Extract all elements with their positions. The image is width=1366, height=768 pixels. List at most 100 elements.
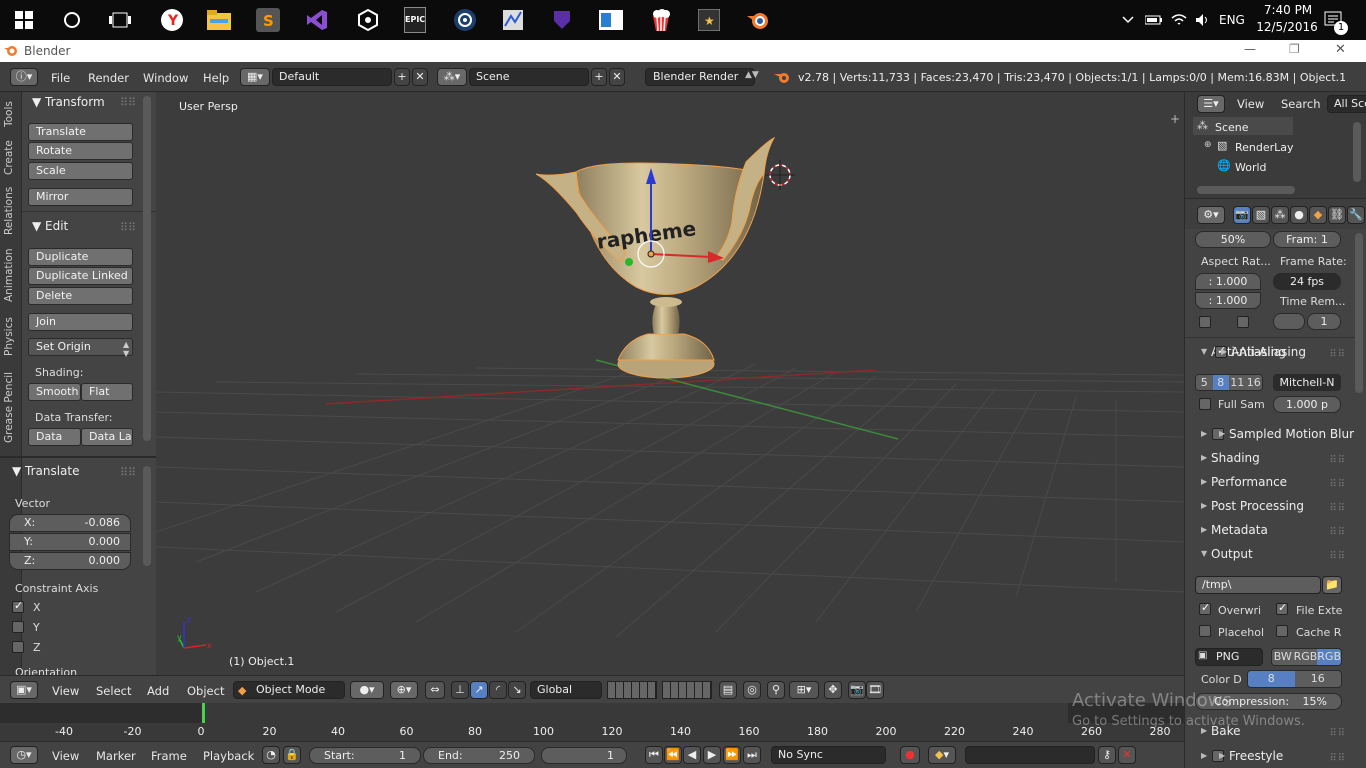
delete-scene-button[interactable]: ✕: [609, 68, 625, 86]
tray-chevron-up-icon[interactable]: [1122, 0, 1136, 40]
panel-grip-icon[interactable]: ⠿⠿: [1329, 479, 1346, 490]
visual-studio-icon[interactable]: [303, 6, 331, 34]
panel-grip-icon[interactable]: ⠿⠿: [1329, 349, 1346, 360]
crop-to-border-checkbox[interactable]: [1237, 316, 1249, 328]
duplicate-linked-button[interactable]: Duplicate Linked: [28, 267, 133, 285]
shade-flat-button[interactable]: Flat: [81, 383, 133, 401]
rotate-button[interactable]: Rotate: [28, 142, 133, 160]
color-depth-8[interactable]: 8: [1248, 671, 1295, 687]
editor-type-outliner-button[interactable]: ☰▾: [1197, 95, 1225, 113]
manipulator-icon[interactable]: ⊥: [451, 681, 469, 699]
lock-range-icon[interactable]: 🔒: [283, 746, 301, 764]
frame-step-field[interactable]: Fram: 1: [1273, 231, 1341, 248]
trophy-mesh[interactable]: rapheme: [535, 136, 776, 379]
time-remap-old-field[interactable]: [1273, 313, 1305, 330]
battery-icon[interactable]: [1145, 0, 1163, 40]
render-layers-tab-icon[interactable]: ▧: [1252, 206, 1270, 224]
blender-icon[interactable]: [744, 6, 772, 34]
menu-render[interactable]: Render: [88, 71, 129, 85]
translate-manipulator-icon[interactable]: ↗: [470, 681, 488, 699]
output-path-field[interactable]: /tmp\: [1195, 576, 1321, 594]
aa-samples-8[interactable]: 8: [1212, 375, 1229, 390]
duplicate-button[interactable]: Duplicate: [28, 248, 133, 266]
layer-buttons-group-1[interactable]: [607, 681, 657, 699]
keying-set-select[interactable]: ◆▾: [928, 746, 956, 764]
3d-cursor-icon[interactable]: [765, 160, 795, 190]
placeholders-checkbox[interactable]: [1199, 625, 1211, 637]
popcorn-icon[interactable]: [647, 6, 675, 34]
scene-tab-icon[interactable]: ⁂: [1271, 206, 1289, 224]
snap-toggle-icon[interactable]: ⚲: [767, 681, 785, 699]
panel-grip-icon[interactable]: ⠿⠿: [120, 466, 136, 479]
set-origin-select[interactable]: Set Origin: [28, 338, 133, 356]
full-sample-checkbox[interactable]: [1199, 398, 1211, 410]
properties-toggle-icon[interactable]: +: [1170, 112, 1180, 126]
rotate-manipulator-icon[interactable]: ◜: [489, 681, 507, 699]
add-menu[interactable]: Add: [147, 684, 169, 698]
panel-grip-icon[interactable]: ⠿⠿: [120, 96, 136, 109]
tool-shelf-scrollbar[interactable]: [143, 96, 151, 441]
outliner-h-scrollbar[interactable]: [1197, 186, 1295, 194]
jump-start-icon[interactable]: ⏮: [645, 746, 663, 764]
aa-filter-select[interactable]: Mitchell-N: [1273, 374, 1341, 391]
render-engine-select[interactable]: Blender Render: [645, 68, 755, 86]
epic-games-icon[interactable]: EPIC: [401, 6, 429, 34]
delete-layout-button[interactable]: ✕: [412, 68, 428, 86]
panel-grip-icon[interactable]: ⠿⠿: [1329, 527, 1346, 538]
filter-size-field[interactable]: 1.000 p: [1273, 396, 1341, 413]
file-explorer-icon[interactable]: [205, 6, 233, 34]
modifiers-tab-icon[interactable]: 🔧: [1347, 206, 1365, 224]
crop-border-checkbox[interactable]: [1199, 316, 1211, 328]
play-icon[interactable]: ▶: [703, 746, 721, 764]
operator-panel-toggle[interactable]: ▼: [12, 464, 21, 478]
outliner-item-scene[interactable]: Scene: [1215, 121, 1249, 134]
clock-time[interactable]: 7:40 PM: [1258, 3, 1318, 17]
lock-layers-icon[interactable]: ▤: [719, 681, 737, 699]
layer-buttons-group-2[interactable]: [662, 681, 712, 699]
add-scene-button[interactable]: +: [591, 68, 607, 86]
post-processing-section[interactable]: Post Processing: [1201, 499, 1304, 513]
data-transfer-button[interactable]: Data: [28, 428, 81, 446]
aa-samples-group[interactable]: 5 8 11 16: [1195, 374, 1263, 391]
current-frame-marker[interactable]: [202, 703, 205, 723]
join-button[interactable]: Join: [28, 313, 133, 331]
color-mode-rgba[interactable]: RGB: [1317, 649, 1341, 665]
output-section[interactable]: Output: [1201, 547, 1253, 561]
maximize-button[interactable]: ❐: [1289, 42, 1300, 56]
auto-keying-record-icon[interactable]: ●: [900, 746, 920, 764]
editor-type-3d-button[interactable]: ▣▾: [10, 681, 38, 699]
menu-help[interactable]: Help: [203, 71, 229, 85]
timeline[interactable]: -40 -20 0 20 40 60 80 100 120 140 160 180 200 220 240 2…: [0, 703, 1184, 741]
steam-icon[interactable]: [451, 6, 479, 34]
3d-viewport[interactable]: rapheme z y x User Persp (1) Object.1 +: [156, 92, 1184, 675]
scene-icon[interactable]: ⁂▾: [437, 68, 467, 86]
panel-grip-icon[interactable]: ⠿⠿: [1329, 551, 1346, 562]
add-layout-button[interactable]: +: [394, 68, 410, 86]
color-depth-group[interactable]: 8 16: [1247, 670, 1342, 688]
scale-manipulator-icon[interactable]: ↘: [508, 681, 526, 699]
end-frame-field[interactable]: End: 250: [423, 747, 535, 764]
active-keying-set-field[interactable]: [965, 746, 1095, 764]
translate-button[interactable]: Translate: [28, 123, 133, 141]
menu-file[interactable]: File: [51, 71, 70, 85]
start-frame-field[interactable]: Start: 1: [309, 747, 421, 764]
file-extensions-checkbox[interactable]: [1276, 601, 1288, 615]
transform-orientation-select[interactable]: Global: [530, 681, 602, 699]
panel-grip-icon[interactable]: ⠿⠿: [120, 221, 136, 234]
delete-keyframe-icon[interactable]: ✕: [1118, 746, 1136, 764]
resolution-percentage-field[interactable]: 50%: [1195, 231, 1271, 248]
outliner-v-scrollbar[interactable]: [1353, 122, 1361, 182]
outliner-view-menu[interactable]: View: [1237, 97, 1264, 111]
next-keyframe-icon[interactable]: ⏩: [723, 746, 741, 764]
timeline-view-menu[interactable]: View: [52, 749, 79, 763]
render-tab-camera-icon[interactable]: 📷: [1233, 206, 1251, 224]
data-transfer-layout-button[interactable]: Data La: [81, 428, 133, 446]
outliner-item-world[interactable]: World: [1235, 161, 1267, 174]
screen-layout-icon[interactable]: ▦▾: [240, 68, 270, 86]
panel-grip-icon[interactable]: ⠿⠿: [1329, 728, 1346, 739]
object-menu[interactable]: Object: [187, 684, 224, 698]
tab-animation[interactable]: Animation: [3, 244, 19, 306]
panel-grip-icon[interactable]: ⠿⠿: [1329, 455, 1346, 466]
cache-result-checkbox[interactable]: [1276, 625, 1288, 637]
play-reverse-icon[interactable]: ◀: [683, 746, 701, 764]
